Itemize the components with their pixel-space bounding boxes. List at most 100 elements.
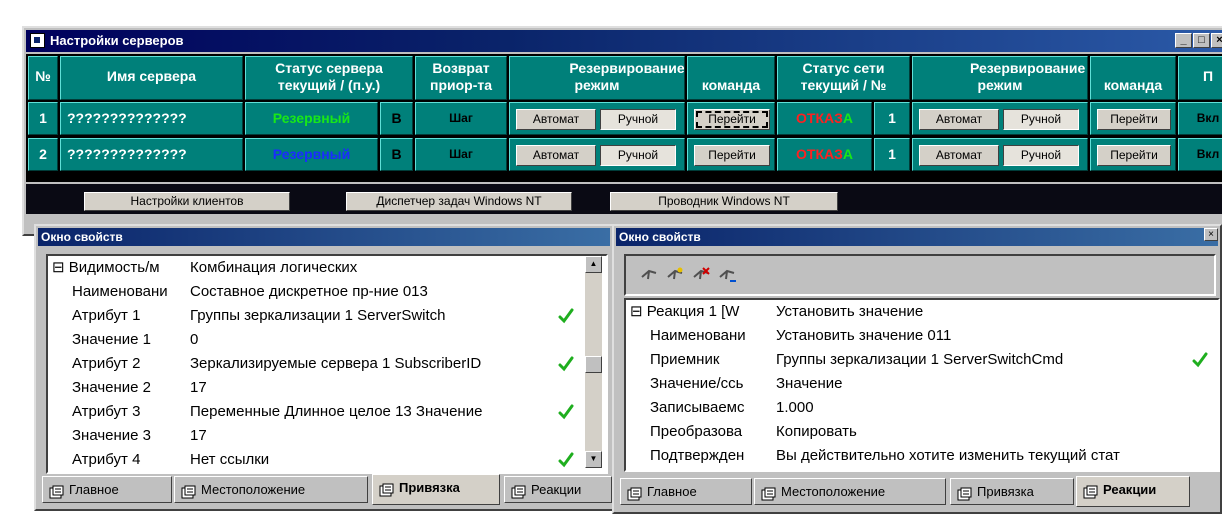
row2-net-manual-button[interactable]: Ручной [1003,145,1079,166]
server-window-title: Настройки серверов [50,33,184,48]
left-property-row[interactable]: Значение 3 17 [48,424,606,448]
right-property-row[interactable]: Записываемс 1.000 [626,396,1218,420]
right-property-value[interactable]: Вы действительно хотите изменить текущий… [776,444,1188,468]
left-property-value[interactable]: Комбинация логических [190,256,554,280]
move-reaction-icon[interactable] [718,267,738,285]
left-property-row[interactable]: ⊟ Видимость/м Комбинация логических [48,256,606,280]
left-property-row[interactable]: Наименовани Составное дискретное пр-ние 0… [48,280,606,304]
row1-net-manual-button[interactable]: Ручной [1003,109,1079,130]
right-tab-label: Привязка [977,484,1034,499]
col-header-net-status: Статус сети текущий / № [777,56,910,100]
row2-net-go-button[interactable]: Перейти [1097,145,1171,166]
right-property-row[interactable]: Наименовани Установить значение 011 [626,324,1218,348]
row2-auto-button[interactable]: Автомат [516,145,596,166]
delete-reaction-icon[interactable] [692,267,712,285]
left-property-key: Атрибут 3 [72,403,141,420]
close-button[interactable]: × [1211,33,1222,48]
row2-last[interactable]: Вкл [1178,138,1222,171]
row2-go-button[interactable]: Перейти [694,145,770,166]
app-icon [30,33,45,48]
left-property-value[interactable]: Группы зеркализации 1 ServerSwitch [190,304,554,328]
right-property-row[interactable]: Значение/ссь Значение [626,372,1218,396]
right-property-key: Подтвержден [650,447,745,464]
right-properties-title[interactable]: Окно свойств [616,228,1218,246]
right-tab[interactable]: Местоположение [754,478,946,505]
right-property-row[interactable]: ⊟ Реакция 1 [W Установить значение [626,300,1218,324]
left-property-value[interactable]: Переменные Длинное целое 13 Значение [190,400,554,424]
right-tab[interactable]: Реакции [1076,476,1190,507]
right-property-key: ⊟ Реакция 1 [W [630,303,740,320]
left-property-row[interactable]: Атрибут 2 Зеркализируемые сервера 1 Subsc… [48,352,606,376]
scroll-thumb[interactable] [585,356,602,373]
left-property-key: Атрибут 4 [72,451,141,468]
col-header-net-reserve-command: команда [1090,56,1176,100]
left-tab[interactable]: Реакции [504,476,612,503]
row1-num: 1 [28,102,58,135]
row2-status-flag[interactable]: В [380,138,413,171]
row1-last[interactable]: Вкл [1178,102,1222,135]
left-tab[interactable]: Главное [42,476,172,503]
right-property-value[interactable]: Значение [776,372,1188,396]
row1-go-button[interactable]: Перейти [694,109,770,130]
row1-net-num: 1 [874,102,910,135]
left-property-row[interactable]: Атрибут 3 Переменные Длинное целое 13 Зна… [48,400,606,424]
row1-net-go-button[interactable]: Перейти [1097,109,1171,130]
left-property-value[interactable]: 0 [190,328,554,352]
left-property-row[interactable]: Атрибут 1 Группы зеркализации 1 ServerSwi… [48,304,606,328]
right-properties-close-button[interactable]: × [1204,228,1218,241]
insert-reaction-icon[interactable] [666,267,686,285]
right-property-row[interactable]: Подтвержден Вы действительно хотите измен… [626,444,1218,468]
row2-net-status: ОТКАЗ [796,146,843,162]
left-property-value[interactable]: Составное дискретное пр-ние 013 [190,280,554,304]
row2-net-auto-button[interactable]: Автомат [919,145,999,166]
right-tab-label: Главное [647,484,697,499]
row2-manual-button[interactable]: Ручной [600,145,676,166]
left-property-row[interactable]: Атрибут 4 Нет ссылки [48,448,606,472]
right-property-row[interactable]: Приемник Группы зеркализации 1 ServerSwit… [626,348,1218,372]
scroll-down-arrow-icon[interactable]: ▼ [585,451,602,468]
row1-manual-button[interactable]: Ручной [600,109,676,130]
right-tab[interactable]: Привязка [950,478,1074,505]
row1-net-status: ОТКАЗ [796,110,843,126]
left-property-key: Значение 3 [72,427,152,444]
left-property-value[interactable]: Зеркализируемые сервера 1 SubscriberID [190,352,554,376]
left-properties-scrollbar[interactable]: ▲ ▼ [585,256,602,468]
row2-server-name[interactable]: ?????????????? [60,138,243,171]
row1-status-flag[interactable]: В [380,102,413,135]
right-property-value[interactable]: 1.000 [776,396,1188,420]
right-property-value[interactable]: Установить значение [776,300,1188,324]
right-property-key: Приемник [650,351,720,368]
explorer-button[interactable]: Проводник Windows NT [610,192,838,211]
right-tab[interactable]: Главное [620,478,752,505]
left-tab-label: Реакции [531,482,582,497]
left-property-value[interactable]: 17 [190,376,554,400]
right-property-value[interactable]: Группы зеркализации 1 ServerSwitchCmd [776,348,1188,372]
maximize-button[interactable]: □ [1193,33,1210,48]
right-property-value[interactable]: Копировать [776,420,1188,444]
left-tab[interactable]: Местоположение [174,476,368,503]
left-property-row[interactable]: Значение 2 17 [48,376,606,400]
col-header-server-name: Имя сервера [60,56,243,100]
right-property-row[interactable]: Преобразова Копировать [626,420,1218,444]
server-window-titlebar[interactable]: Настройки серверов _ □ × [26,30,1222,52]
row1-status-cell: Резервный [245,102,378,135]
server-settings-window: Настройки серверов _ □ × № Имя сервера С… [22,26,1222,236]
row2-priority[interactable]: Шаг [415,138,507,171]
left-tab[interactable]: Привязка [372,474,500,505]
row1-auto-button[interactable]: Автомат [516,109,596,130]
left-property-value[interactable]: 17 [190,424,554,448]
client-settings-button[interactable]: Настройки клиентов [84,192,290,211]
minimize-button[interactable]: _ [1175,33,1192,48]
row1-priority[interactable]: Шаг [415,102,507,135]
scroll-up-arrow-icon[interactable]: ▲ [585,256,602,273]
left-property-value[interactable]: Нет ссылки [190,448,554,472]
left-properties-tabs: Главное Местоположение Привязка Реакции [42,474,612,506]
row1-net-auto-button[interactable]: Автомат [919,109,999,130]
left-property-row[interactable]: Значение 1 0 [48,328,606,352]
row1-mode-cell: Автомат Ручной [509,102,685,135]
task-manager-button[interactable]: Диспетчер задач Windows NT [346,192,572,211]
left-properties-title[interactable]: Окно свойств [38,228,610,246]
row1-server-name[interactable]: ?????????????? [60,102,243,135]
add-reaction-icon[interactable] [640,267,660,285]
right-property-value[interactable]: Установить значение 011 [776,324,1188,348]
